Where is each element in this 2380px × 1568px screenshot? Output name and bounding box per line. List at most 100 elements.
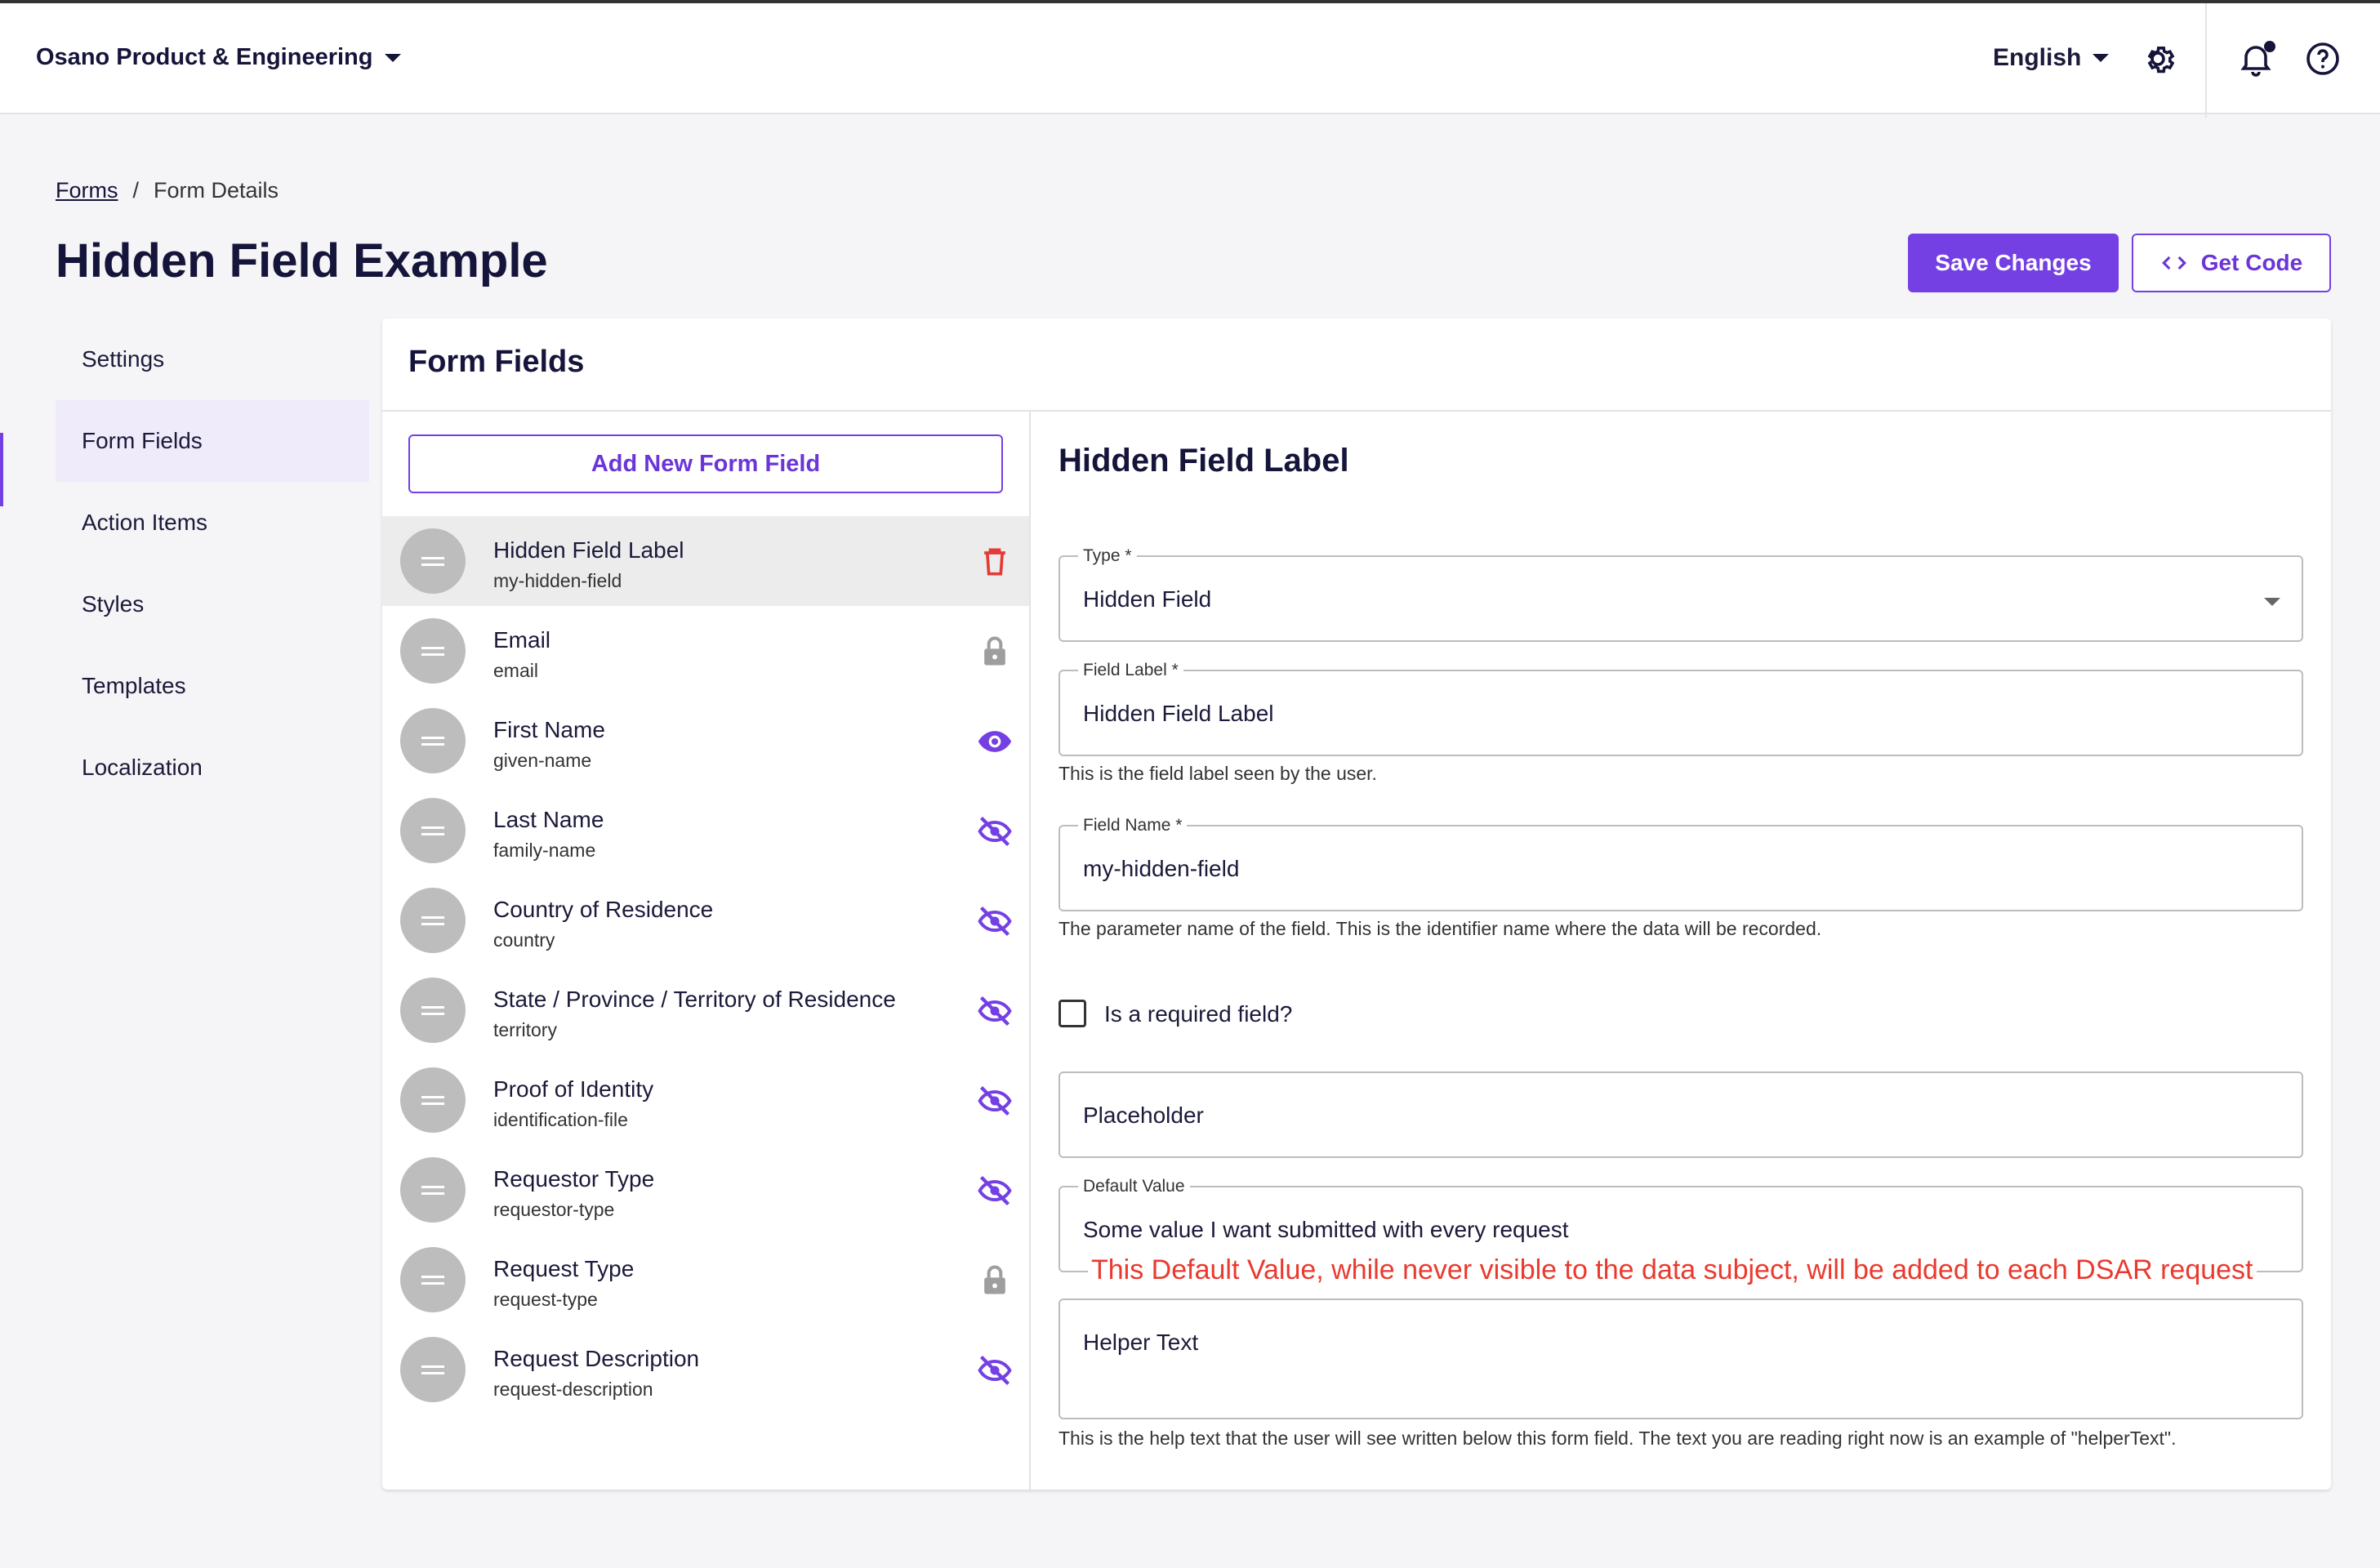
helper-text-input-label: Helper Text [1083,1330,1199,1355]
panel-column-divider [1029,412,1031,1490]
form-field-row[interactable]: Email email [382,606,1029,696]
form-field-label: Requestor Type [493,1166,655,1192]
sidebar-item-settings[interactable]: Settings [56,318,369,400]
form-field-label: Hidden Field Label [493,537,684,563]
form-field-row[interactable]: Request Type request-type [382,1235,1029,1325]
eye-off-icon[interactable] [977,1173,1013,1209]
eye-icon[interactable] [977,724,1013,760]
field-detail-title: Hidden Field Label [1059,443,1349,479]
add-new-form-field-button[interactable]: Add New Form Field [408,434,1003,493]
form-field-row[interactable]: State / Province / Territory of Residenc… [382,965,1029,1055]
form-field-name: family-name [493,840,596,861]
eye-off-icon[interactable] [977,1083,1013,1119]
get-code-label: Get Code [2200,250,2303,275]
field-name-input-label: Field Name * [1078,816,1188,835]
page-title: Hidden Field Example [56,234,548,287]
lock-icon [984,1265,1005,1294]
form-fields-panel: Form Fields Add New Form Field Hidden Fi… [382,318,2331,1490]
drag-handle-icon[interactable] [400,1157,466,1223]
form-field-name: identification-file [493,1109,628,1130]
form-field-row[interactable]: First Name given-name [382,696,1029,786]
drag-handle-icon[interactable] [400,528,466,594]
topbar-divider [2205,3,2207,118]
sidebar-item-templates[interactable]: Templates [56,645,369,727]
field-name-input-value: my-hidden-field [1083,856,1240,881]
language-selector[interactable]: English [1993,44,2110,72]
sidebar-item-action-items[interactable]: Action Items [56,482,369,564]
form-field-label: Request Type [493,1256,635,1281]
placeholder-input[interactable]: Placeholder [1059,1071,2303,1158]
type-select[interactable]: Type * Hidden Field [1059,546,2303,642]
breadcrumb-separator: / [132,178,140,203]
chevron-down-icon [2093,54,2110,62]
panel-title: Form Fields [408,345,585,379]
form-field-row[interactable]: Last Name family-name [382,786,1029,875]
gear-icon[interactable] [2138,39,2177,78]
form-field-name: requestor-type [493,1199,615,1220]
default-value-input-label: Default Value [1078,1177,1190,1196]
save-changes-button[interactable]: Save Changes [1908,234,2119,292]
field-label-helper: This is the field label seen by the user… [1059,763,1377,784]
sidebar-active-accent [0,433,3,506]
form-field-name: my-hidden-field [493,570,622,591]
form-field-label: Email [493,627,551,653]
drag-handle-icon[interactable] [400,1067,466,1133]
form-field-row[interactable]: Requestor Type requestor-type [382,1145,1029,1235]
form-field-list: Hidden Field Label my-hidden-field Email… [382,516,1029,1414]
breadcrumb-forms-link[interactable]: Forms [56,178,118,203]
form-field-label: Proof of Identity [493,1076,654,1102]
form-field-row[interactable]: Hidden Field Label my-hidden-field [382,516,1029,606]
get-code-button[interactable]: Get Code [2132,234,2331,292]
drag-handle-icon[interactable] [400,798,466,863]
breadcrumb: Forms / Form Details [56,178,279,203]
field-label-input-label: Field Label * [1078,661,1183,680]
form-field-label: Last Name [493,807,604,832]
field-name-input[interactable]: Field Name * my-hidden-field [1059,816,2303,911]
drag-handle-icon[interactable] [400,978,466,1043]
drag-handle-icon[interactable] [400,618,466,684]
helper-text-input[interactable]: Helper Text [1059,1298,2303,1419]
form-field-label: First Name [493,717,605,742]
type-select-label: Type * [1078,546,1137,566]
code-icon [2161,256,2186,270]
sidebar-item-localization[interactable]: Localization [56,727,369,808]
required-field-checkbox[interactable] [1059,1000,1086,1027]
form-field-name: given-name [493,750,592,771]
help-icon[interactable] [2303,39,2342,78]
field-name-helper: The parameter name of the field. This is… [1059,918,1822,939]
eye-off-icon[interactable] [977,1352,1013,1388]
form-field-row[interactable]: Country of Residence country [382,875,1029,965]
sidebar-item-styles[interactable]: Styles [56,564,369,645]
default-value-annotation: This Default Value, while never visible … [1088,1254,2257,1286]
drag-handle-icon[interactable] [400,1337,466,1402]
form-field-name: country [493,929,555,951]
drag-handle-icon[interactable] [400,1247,466,1312]
eye-off-icon[interactable] [977,813,1013,849]
sidebar-item-form-fields[interactable]: Form Fields [56,400,369,482]
field-label-input[interactable]: Field Label * Hidden Field Label [1059,661,2303,756]
breadcrumb-current: Form Details [154,178,279,203]
trash-icon[interactable] [977,544,1013,580]
type-select-value: Hidden Field [1083,586,1212,612]
form-field-name: territory [493,1019,557,1040]
form-field-name: request-type [493,1289,598,1310]
drag-handle-icon[interactable] [400,708,466,773]
drag-handle-icon[interactable] [400,888,466,953]
eye-off-icon[interactable] [977,903,1013,939]
chevron-down-icon [384,53,401,62]
top-bar: Osano Product & Engineering English [0,0,2380,118]
placeholder-input-label: Placeholder [1083,1102,1204,1128]
form-field-name: request-description [493,1379,653,1400]
panel-divider [382,410,2331,412]
form-field-row[interactable]: Request Description request-description [382,1325,1029,1414]
chevron-down-icon [2264,598,2280,606]
field-label-input-value: Hidden Field Label [1083,701,1274,726]
notification-dot [2264,41,2275,52]
form-field-label: Request Description [493,1346,700,1371]
required-field-label: Is a required field? [1104,1001,1293,1027]
helper-text-helper: This is the help text that the user will… [1059,1428,2177,1449]
organization-selector[interactable]: Osano Product & Engineering [36,44,401,71]
form-field-name: email [493,660,538,681]
form-field-row[interactable]: Proof of Identity identification-file [382,1055,1029,1145]
eye-off-icon[interactable] [977,993,1013,1029]
